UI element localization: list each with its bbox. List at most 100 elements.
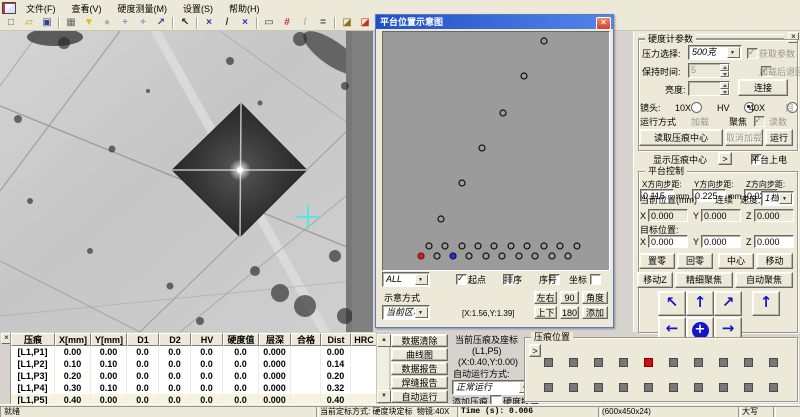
- get-params-checkbox[interactable]: [747, 48, 758, 59]
- pattern-points-icon[interactable]: ×: [200, 15, 218, 31]
- indent-marker[interactable]: [694, 358, 703, 367]
- indent-marker[interactable]: [669, 383, 678, 392]
- column-header[interactable]: D2: [159, 333, 191, 346]
- indent-marker[interactable]: [769, 383, 778, 392]
- center-button[interactable]: 中心: [718, 253, 754, 269]
- zero-button[interactable]: 置零: [639, 253, 675, 269]
- read-indent-center-button[interactable]: 读取压痕中心: [639, 129, 723, 146]
- angle-button[interactable]: 角度: [582, 291, 608, 304]
- microscope-view[interactable]: [0, 31, 352, 332]
- dialog-titlebar[interactable]: 平台位置示意图 ×: [376, 15, 613, 29]
- indent-point-start[interactable]: [418, 253, 424, 259]
- rectangle-icon[interactable]: ▭: [260, 15, 278, 31]
- indent-point[interactable]: [426, 243, 432, 249]
- column-header[interactable]: HV: [191, 333, 223, 346]
- menu-settings[interactable]: 设置(S): [175, 0, 221, 15]
- indent-point[interactable]: [500, 110, 506, 116]
- indent-marker[interactable]: [544, 358, 553, 367]
- indenter-tool-icon[interactable]: ↗: [152, 15, 170, 31]
- coordinate-checkbox[interactable]: [590, 274, 601, 285]
- column-header[interactable]: 合格: [291, 333, 321, 346]
- indent-marker[interactable]: [644, 383, 653, 392]
- indent-point[interactable]: [532, 253, 538, 259]
- print-icon[interactable]: ▦: [62, 15, 80, 31]
- brightness-spinner[interactable]: [720, 82, 729, 95]
- indent-point[interactable]: [442, 243, 448, 249]
- move-z-button[interactable]: 移动Z: [637, 272, 673, 288]
- stage-plot[interactable]: [382, 31, 610, 271]
- select-cursor-icon[interactable]: ↖: [176, 15, 194, 31]
- ud-angle-value[interactable]: 180: [560, 306, 579, 319]
- indent-expand-button[interactable]: >: [529, 344, 541, 357]
- indent-point[interactable]: [565, 253, 571, 259]
- indent-point-current[interactable]: [450, 253, 456, 259]
- current-pos-y-input[interactable]: 0.000: [701, 209, 741, 222]
- table-row[interactable]: [L1,P2]0.100.100.00.00.00.00.0000.14: [11, 358, 377, 370]
- indent-marker[interactable]: [569, 383, 578, 392]
- dropdown-arrow-icon[interactable]: [415, 274, 428, 285]
- fine-focus-button[interactable]: 精细聚焦: [675, 272, 733, 288]
- expand-button[interactable]: >: [718, 152, 732, 165]
- indent-marker[interactable]: [619, 383, 628, 392]
- indent-point[interactable]: [574, 243, 580, 249]
- indent-point[interactable]: [459, 180, 465, 186]
- indent-point[interactable]: [521, 73, 527, 79]
- auto-focus-button[interactable]: 自动聚焦: [735, 272, 793, 288]
- display-scope-select[interactable]: 当前区域: [382, 305, 430, 320]
- parallel-lines-icon[interactable]: =: [314, 15, 332, 31]
- left-right-button[interactable]: 左右: [534, 291, 557, 304]
- column-header[interactable]: X[mm]: [55, 333, 91, 346]
- grid-icon[interactable]: #: [278, 15, 296, 31]
- runmode-load-checkbox[interactable]: [754, 116, 765, 127]
- indent-marker[interactable]: [719, 383, 728, 392]
- lens-10x-radio[interactable]: [691, 102, 702, 113]
- table-row[interactable]: [L1,P4]0.300.100.00.00.00.00.0000.32: [11, 382, 377, 394]
- up-down-button[interactable]: 上下: [534, 306, 557, 319]
- current-pos-z-input[interactable]: 0.000: [754, 209, 794, 222]
- indent-point[interactable]: [499, 253, 505, 259]
- indent-point[interactable]: [466, 253, 472, 259]
- indent-marker[interactable]: [769, 358, 778, 367]
- auto-run-mode-select[interactable]: 正常运行: [452, 380, 534, 395]
- start-point-checkbox[interactable]: [456, 274, 467, 285]
- indent-marker[interactable]: [594, 383, 603, 392]
- new-file-icon[interactable]: □: [2, 15, 20, 31]
- move-up-left-button[interactable]: ↖: [658, 291, 686, 316]
- indent-marker[interactable]: [694, 383, 703, 392]
- column-header[interactable]: 层深: [259, 333, 291, 346]
- indent-marker[interactable]: [594, 358, 603, 367]
- move-z-up-button[interactable]: ↑: [752, 291, 780, 316]
- column-header[interactable]: D1: [127, 333, 159, 346]
- indent-point[interactable]: [541, 38, 547, 44]
- indent-marker[interactable]: [719, 358, 728, 367]
- indent-marker[interactable]: [544, 383, 553, 392]
- indent-point[interactable]: [475, 243, 481, 249]
- column-header[interactable]: Y[mm]: [91, 333, 127, 346]
- add-button[interactable]: 添加: [582, 306, 608, 319]
- indent-point[interactable]: [491, 243, 497, 249]
- indent-point[interactable]: [434, 253, 440, 259]
- menu-help[interactable]: 帮助(H): [221, 0, 268, 15]
- move-stage-icon[interactable]: +: [116, 15, 134, 31]
- curve-chart-button[interactable]: 曲线图: [391, 348, 448, 361]
- indent-point[interactable]: [438, 216, 444, 222]
- indent-marker[interactable]: [669, 358, 678, 367]
- menu-file[interactable]: 文件(F): [18, 0, 64, 15]
- dropdown-arrow-icon[interactable]: [727, 47, 740, 58]
- scroll-up-icon[interactable]: ▲: [377, 334, 391, 347]
- indent-marker[interactable]: [619, 358, 628, 367]
- current-pos-x-input[interactable]: 0.000: [648, 209, 688, 222]
- indent-point[interactable]: [459, 243, 465, 249]
- table-row[interactable]: [L1,P5]0.400.000.00.00.00.00.0000.40: [11, 394, 377, 404]
- indent-point[interactable]: [524, 243, 530, 249]
- auto-run-button[interactable]: 自动运行: [391, 390, 448, 403]
- cancel-load-button[interactable]: 取消加载: [725, 129, 763, 146]
- column-header[interactable]: 硬度值: [223, 333, 259, 346]
- hold-time-spinner[interactable]: [720, 64, 729, 77]
- dropdown-arrow-icon[interactable]: [415, 307, 428, 318]
- draw-line-icon[interactable]: /: [218, 15, 236, 31]
- indent-point[interactable]: [516, 253, 522, 259]
- menu-measure[interactable]: 硬度测量(M): [110, 0, 176, 15]
- target-pos-z-input[interactable]: 0.000: [754, 235, 794, 248]
- indent-point[interactable]: [541, 243, 547, 249]
